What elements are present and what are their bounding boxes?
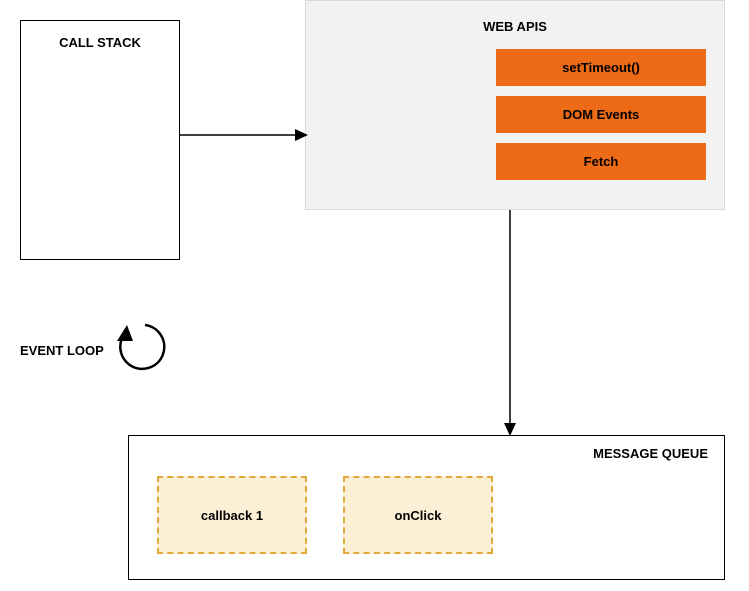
web-api-settimeout: setTimeout() (496, 49, 706, 86)
arrow-webapis-to-queue-icon (495, 210, 525, 440)
queue-item-onclick: onClick (343, 476, 493, 554)
web-api-fetch: Fetch (496, 143, 706, 180)
message-queue-items: callback 1 onClick (157, 476, 493, 554)
message-queue-title: MESSAGE QUEUE (593, 446, 708, 461)
web-apis-box: WEB APIS setTimeout() DOM Events Fetch (305, 0, 725, 210)
message-queue-box: MESSAGE QUEUE callback 1 onClick (128, 435, 725, 580)
web-api-dom-events: DOM Events (496, 96, 706, 133)
web-apis-title: WEB APIS (306, 1, 724, 34)
queue-item-callback-1: callback 1 (157, 476, 307, 554)
call-stack-title: CALL STACK (21, 21, 179, 50)
event-loop-icon (115, 317, 175, 377)
call-stack-box: CALL STACK (20, 20, 180, 260)
arrow-callstack-to-webapis-icon (180, 120, 310, 150)
web-apis-list: setTimeout() DOM Events Fetch (496, 49, 706, 190)
event-loop-label: EVENT LOOP (20, 343, 104, 358)
